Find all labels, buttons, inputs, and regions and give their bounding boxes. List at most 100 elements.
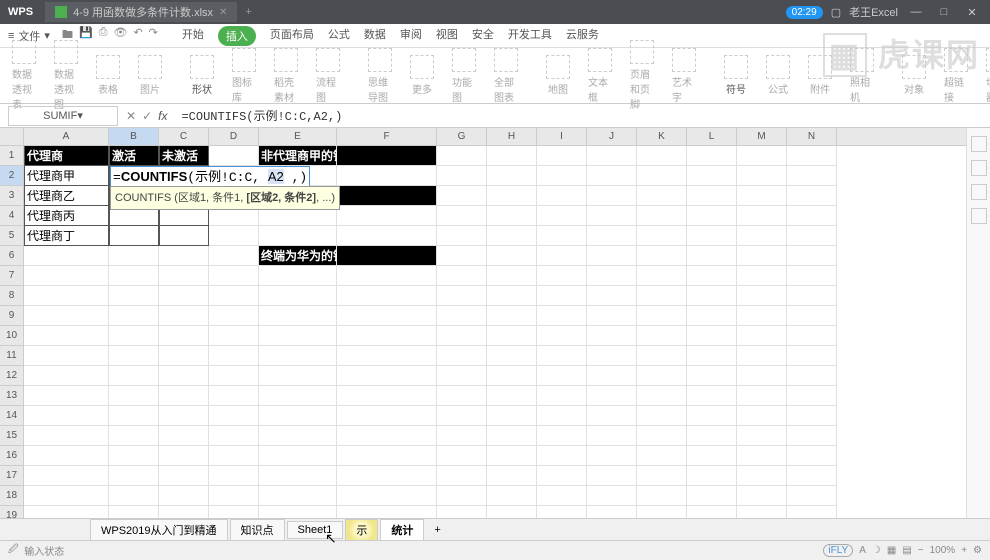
- cell[interactable]: [109, 366, 159, 386]
- cell[interactable]: [109, 406, 159, 426]
- cell[interactable]: [437, 426, 487, 446]
- cell[interactable]: [687, 406, 737, 426]
- cell[interactable]: [337, 466, 437, 486]
- ribbon-button[interactable]: 切片器: [982, 48, 990, 104]
- row-header[interactable]: 12: [0, 366, 24, 386]
- cell[interactable]: [437, 286, 487, 306]
- cell[interactable]: [687, 486, 737, 506]
- cell[interactable]: [587, 306, 637, 326]
- cell[interactable]: [537, 266, 587, 286]
- cell[interactable]: [787, 206, 837, 226]
- cell[interactable]: [337, 366, 437, 386]
- cell[interactable]: [487, 146, 537, 166]
- menu-item[interactable]: 开发工具: [508, 26, 552, 46]
- ime-icon[interactable]: A: [859, 545, 866, 556]
- cell[interactable]: [687, 426, 737, 446]
- cell[interactable]: [24, 486, 109, 506]
- cell[interactable]: [537, 186, 587, 206]
- cell[interactable]: [159, 286, 209, 306]
- cell[interactable]: [637, 406, 687, 426]
- cell[interactable]: [437, 386, 487, 406]
- menu-item[interactable]: 审阅: [400, 26, 422, 46]
- cell[interactable]: [537, 306, 587, 326]
- cell[interactable]: [337, 446, 437, 466]
- column-header[interactable]: H: [487, 128, 537, 145]
- cell[interactable]: [487, 406, 537, 426]
- moon-icon[interactable]: ☽: [872, 545, 881, 556]
- cell[interactable]: [437, 406, 487, 426]
- cell[interactable]: [537, 506, 587, 518]
- cell[interactable]: [259, 486, 337, 506]
- close-button[interactable]: ✕: [962, 6, 982, 19]
- cell[interactable]: [787, 326, 837, 346]
- cell[interactable]: [259, 366, 337, 386]
- column-header[interactable]: K: [637, 128, 687, 145]
- cell[interactable]: [487, 166, 537, 186]
- add-tab-button[interactable]: +: [237, 6, 259, 18]
- sheet-tab[interactable]: 知识点: [230, 519, 285, 541]
- cell[interactable]: [437, 486, 487, 506]
- cell[interactable]: [537, 226, 587, 246]
- cancel-formula-icon[interactable]: ✕: [126, 109, 136, 123]
- cell[interactable]: [587, 206, 637, 226]
- cell[interactable]: [259, 386, 337, 406]
- row-header[interactable]: 13: [0, 386, 24, 406]
- cell[interactable]: 代理商甲: [24, 166, 109, 186]
- cell[interactable]: [737, 466, 787, 486]
- cell[interactable]: [537, 206, 587, 226]
- cell[interactable]: [209, 506, 259, 518]
- cell[interactable]: [159, 506, 209, 518]
- cell[interactable]: [737, 386, 787, 406]
- cell[interactable]: [159, 346, 209, 366]
- cell[interactable]: [337, 166, 437, 186]
- cell[interactable]: [109, 486, 159, 506]
- cell[interactable]: [487, 206, 537, 226]
- cell[interactable]: [437, 266, 487, 286]
- row-header[interactable]: 15: [0, 426, 24, 446]
- cell[interactable]: [159, 366, 209, 386]
- cell[interactable]: [737, 366, 787, 386]
- cell[interactable]: [109, 266, 159, 286]
- zoom-out-button[interactable]: −: [918, 545, 924, 556]
- cell[interactable]: 终端为华为的销量: [259, 246, 337, 266]
- menu-item[interactable]: 视图: [436, 26, 458, 46]
- row-header[interactable]: 9: [0, 306, 24, 326]
- cell[interactable]: [637, 466, 687, 486]
- cell[interactable]: [209, 266, 259, 286]
- cell[interactable]: [737, 186, 787, 206]
- cell[interactable]: [587, 346, 637, 366]
- fx-icon[interactable]: fx: [158, 109, 167, 123]
- cell[interactable]: [737, 326, 787, 346]
- cell[interactable]: [637, 206, 687, 226]
- cell[interactable]: [337, 226, 437, 246]
- cell[interactable]: [437, 506, 487, 518]
- cell[interactable]: [337, 246, 437, 266]
- ribbon-button[interactable]: 页眉和页脚: [626, 40, 658, 111]
- row-header[interactable]: 8: [0, 286, 24, 306]
- row-header[interactable]: 7: [0, 266, 24, 286]
- select-all-corner[interactable]: [0, 128, 24, 145]
- cell[interactable]: [109, 506, 159, 518]
- ribbon-button[interactable]: 数据透视图: [50, 40, 82, 111]
- cell[interactable]: [637, 506, 687, 518]
- qat-print-icon[interactable]: ⎙: [99, 26, 108, 45]
- cell[interactable]: [487, 386, 537, 406]
- cell[interactable]: [587, 186, 637, 206]
- cell[interactable]: [159, 306, 209, 326]
- cell[interactable]: [737, 426, 787, 446]
- cell[interactable]: [587, 246, 637, 266]
- cell[interactable]: [209, 286, 259, 306]
- cell[interactable]: [787, 366, 837, 386]
- column-header[interactable]: M: [737, 128, 787, 145]
- cell[interactable]: [587, 286, 637, 306]
- formula-input[interactable]: =COUNTIFS(示例!C:C,A2,): [175, 107, 990, 124]
- cell[interactable]: [24, 406, 109, 426]
- cell[interactable]: [259, 346, 337, 366]
- cell[interactable]: [687, 326, 737, 346]
- view-normal-icon[interactable]: ▦: [887, 545, 896, 556]
- cell[interactable]: [209, 446, 259, 466]
- cell[interactable]: [787, 466, 837, 486]
- ifly-badge[interactable]: iFLY: [823, 544, 853, 557]
- row-header[interactable]: 4: [0, 206, 24, 226]
- column-header[interactable]: B: [109, 128, 159, 145]
